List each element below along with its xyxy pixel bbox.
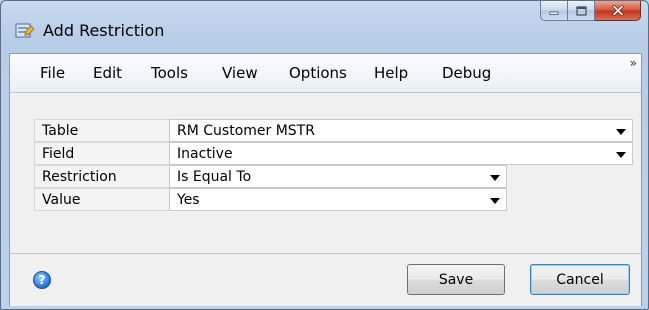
menu-options[interactable]: Options	[289, 64, 347, 82]
value-dropdown-value: Yes	[177, 192, 200, 208]
dropdown-arrow-icon[interactable]	[490, 198, 500, 204]
minimize-icon	[549, 11, 559, 15]
menu-bar: File Edit Tools View Options Help Debug …	[10, 54, 641, 93]
menu-tools[interactable]: Tools	[151, 64, 188, 82]
dexterity-app-icon	[15, 23, 35, 38]
add-restriction-window: Add Restriction File Edit Tools View Opt…	[0, 0, 649, 310]
menu-help[interactable]: Help	[374, 64, 408, 82]
maximize-button[interactable]	[568, 1, 595, 21]
field-dropdown-value: Inactive	[177, 146, 233, 162]
menu-debug[interactable]: Debug	[442, 64, 491, 82]
restriction-dropdown-value: Is Equal To	[177, 169, 252, 185]
window-client-area: File Edit Tools View Options Help Debug …	[9, 53, 642, 306]
button-bar: ? Save Cancel	[10, 253, 641, 306]
menu-edit[interactable]: Edit	[93, 64, 122, 82]
value-dropdown[interactable]: Yes	[169, 188, 507, 211]
menu-file[interactable]: File	[40, 64, 65, 82]
menu-overflow-chevron-icon[interactable]: »	[630, 56, 637, 70]
help-icon[interactable]: ?	[33, 271, 51, 289]
table-dropdown-value: RM Customer MSTR	[177, 123, 315, 139]
value-label: Value	[34, 188, 169, 211]
caption-buttons	[540, 1, 641, 22]
dropdown-arrow-icon[interactable]	[490, 175, 500, 181]
minimize-button[interactable]	[540, 1, 568, 21]
window-title: Add Restriction	[43, 21, 165, 40]
table-dropdown[interactable]: RM Customer MSTR	[169, 119, 633, 142]
table-label: Table	[34, 119, 169, 142]
field-label: Field	[34, 142, 169, 165]
cancel-button[interactable]: Cancel	[530, 264, 630, 295]
restriction-dropdown[interactable]: Is Equal To	[169, 165, 507, 188]
close-button[interactable]	[595, 1, 641, 21]
dropdown-arrow-icon[interactable]	[616, 129, 626, 135]
title-bar[interactable]: Add Restriction	[1, 1, 648, 47]
restriction-form: Table RM Customer MSTR Field Inactive Re…	[10, 93, 641, 253]
save-button[interactable]: Save	[407, 264, 505, 295]
restriction-label: Restriction	[34, 165, 169, 188]
menu-view[interactable]: View	[222, 64, 258, 82]
dropdown-arrow-icon[interactable]	[616, 152, 626, 158]
maximize-icon	[575, 5, 587, 16]
field-dropdown[interactable]: Inactive	[169, 142, 633, 165]
close-icon	[611, 5, 624, 16]
